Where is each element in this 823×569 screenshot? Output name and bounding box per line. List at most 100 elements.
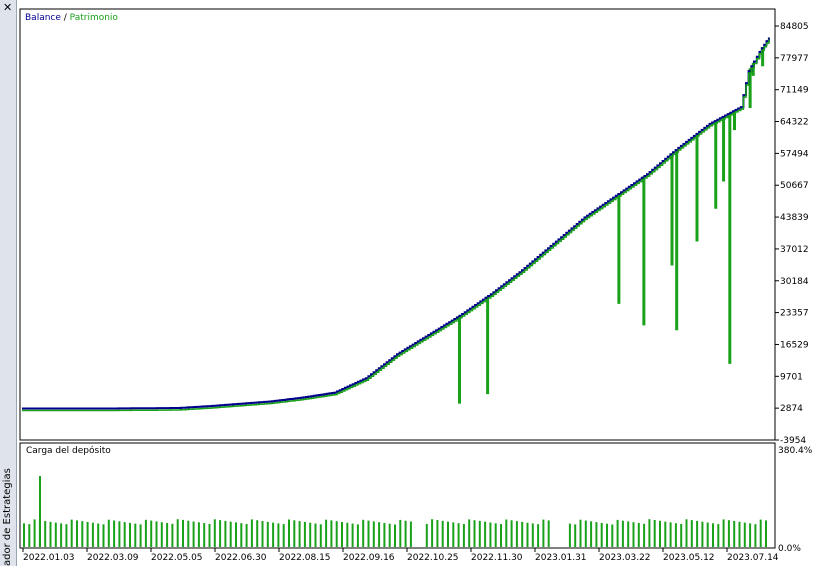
x-tick-label: 2022.06.30 xyxy=(215,553,267,563)
deposit-load-bar xyxy=(351,523,354,547)
deposit-load-bar xyxy=(505,519,508,547)
deposit-load-bar xyxy=(462,524,465,547)
deposit-load-bar xyxy=(441,520,444,547)
deposit-load-bar xyxy=(60,523,63,547)
deposit-load-bar xyxy=(277,523,280,547)
deposit-load-bar xyxy=(394,524,396,547)
x-tick-label: 2022.05.05 xyxy=(151,553,203,563)
deposit-load-bar xyxy=(23,523,25,547)
x-tick-label: 2022.11.30 xyxy=(471,553,523,563)
deposit-load-bar xyxy=(176,519,179,547)
deposit-load-bar xyxy=(235,522,237,547)
deposit-load-bar xyxy=(574,524,577,547)
deposit-load-bar xyxy=(409,521,412,547)
y-tick-label: 64322 xyxy=(780,118,809,128)
deposit-load-bar xyxy=(500,524,502,547)
deposit-load-bar xyxy=(97,523,100,547)
deposit-load-bar xyxy=(706,522,709,547)
deposit-load-bar xyxy=(579,519,582,547)
deposit-load-bar xyxy=(282,524,285,547)
deposit-load-bar xyxy=(712,523,714,547)
deposit-load-bar xyxy=(399,519,402,547)
deposit-load-bar xyxy=(648,519,651,547)
x-axis: 2022.01.03 2022.03.09 2022.05.05 2022.06.30… xyxy=(22,548,779,563)
deposit-load-bar xyxy=(595,522,598,547)
deposit-load-bar xyxy=(134,523,137,547)
deposit-load-bar xyxy=(33,519,36,547)
deposit-load-bar xyxy=(182,519,184,547)
deposit-load-bar xyxy=(743,522,746,547)
deposit-load-bar xyxy=(537,524,540,547)
deposit-load-bar xyxy=(669,522,672,547)
deposit-load-bar xyxy=(722,519,725,547)
deposit-load-bar xyxy=(102,524,105,547)
y-axis-main: 84805 77977 71149 64322 57494 50667 43839 37012… xyxy=(775,22,809,446)
deposit-load-bar xyxy=(727,520,730,547)
x-tick-label: 2022.09.16 xyxy=(343,553,395,563)
deposit-load-bar xyxy=(621,520,624,547)
deposit-load-bar xyxy=(197,522,200,547)
deposit-load-bar xyxy=(738,521,741,547)
deposit-load-bar xyxy=(54,522,57,547)
close-icon[interactable]: ✕ xyxy=(3,2,13,13)
y-tick-label: 16529 xyxy=(780,340,809,350)
deposit-load-bar xyxy=(187,520,190,547)
deposit-load-bar xyxy=(611,524,614,547)
deposit-load-bar xyxy=(261,521,264,547)
deposit-load-bar xyxy=(468,519,471,547)
y-tick-label: 43839 xyxy=(780,213,809,223)
y-tick-label: 71149 xyxy=(780,86,809,96)
deposit-load-bar xyxy=(526,522,529,547)
y-tick-label: 37012 xyxy=(780,245,809,255)
deposit-load-bar xyxy=(600,522,603,547)
deposit-load-bar xyxy=(606,523,608,547)
deposit-load-bar xyxy=(542,519,545,547)
deposit-load-bar xyxy=(759,519,762,547)
deposit-load-bar xyxy=(325,519,328,547)
deposit-load-bar xyxy=(632,522,635,547)
strategy-tester-title: ador de Estrategias xyxy=(2,468,13,566)
deposit-load-bar xyxy=(303,521,306,547)
deposit-load-bar xyxy=(473,520,476,547)
deposit-load-bar xyxy=(754,524,757,547)
deposit-load-bar xyxy=(733,521,736,547)
deposit-load-bar xyxy=(362,519,365,547)
deposit-load-bar xyxy=(484,521,487,547)
main-plot-frame xyxy=(19,8,776,441)
deposit-load-bar xyxy=(367,520,370,547)
deposit-load-bar xyxy=(107,519,110,547)
legend-balance: Balance xyxy=(25,13,61,23)
deposit-load-bar xyxy=(229,521,232,547)
deposit-load-bar xyxy=(166,523,169,547)
deposit-load-bar xyxy=(272,522,275,547)
deposit-load-bar xyxy=(383,522,386,547)
deposit-load-bar xyxy=(245,524,248,547)
x-tick-label: 2023.05.12 xyxy=(663,553,715,563)
deposit-load-bar xyxy=(256,520,259,547)
deposit-load-bar xyxy=(118,521,121,547)
deposit-load-bar xyxy=(346,522,349,547)
deposit-load-bar xyxy=(203,523,206,547)
deposit-load-bar xyxy=(521,521,524,547)
deposit-load-bar xyxy=(404,520,407,547)
deposit-load-bar xyxy=(478,520,481,547)
deposit-load-bar xyxy=(547,520,550,547)
deposit-load-bar xyxy=(680,523,683,547)
deposit-load-bar xyxy=(568,523,571,547)
deposit-load-bar xyxy=(765,520,767,547)
deposit-load-bar xyxy=(335,521,338,547)
deposit-load-bar xyxy=(240,523,243,547)
y-axis-sub: 380.4% 0.0% xyxy=(778,446,813,554)
deposit-load-bar xyxy=(696,520,699,547)
deposit-load-bar xyxy=(298,521,301,547)
deposit-load-bar xyxy=(515,521,518,547)
deposit-load-bar xyxy=(319,524,322,547)
deposit-load-bar xyxy=(378,522,381,547)
deposit-load-bar xyxy=(314,523,317,547)
deposit-load-bar xyxy=(70,519,73,547)
deposit-load-bar-spike xyxy=(39,476,41,547)
y-tick-label: 50667 xyxy=(780,181,809,191)
deposit-load-bar xyxy=(659,520,661,547)
y-tick-label: 30184 xyxy=(780,277,809,287)
deposit-load-bar xyxy=(590,521,593,547)
